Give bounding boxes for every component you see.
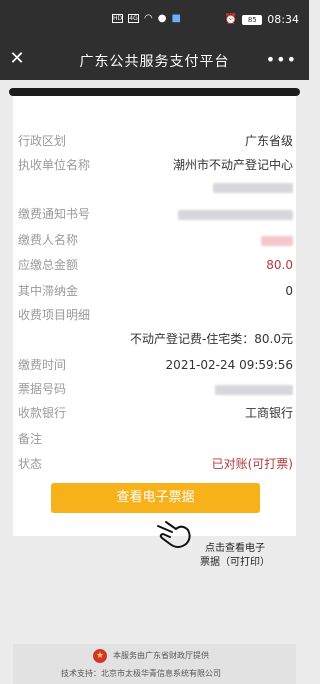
footer-provider: 本服务由广东省财政厅提供	[113, 651, 209, 660]
row-unit: 执收单位名称 潮州市不动产登记中心	[18, 156, 293, 174]
row-bill-no: 票据号码	[18, 380, 293, 398]
late-fee-value: 0	[285, 284, 293, 298]
row-bank: 收款银行 工商银行	[18, 404, 293, 422]
hint-line-2: 票据（可打印）	[200, 557, 270, 568]
bill-no-label: 票据号码	[18, 382, 67, 396]
page-title: 广东公共服务支付平台	[79, 54, 230, 70]
row-notice-no: 缴费通知书号	[18, 205, 293, 223]
item-detail: 不动产登记费-住宅类：80.0元	[129, 332, 293, 346]
row-status: 状态 已对账(可打票)	[18, 455, 293, 473]
close-icon[interactable]: ✕	[8, 50, 26, 68]
emblem-icon: ★	[93, 649, 107, 663]
payer-value	[261, 231, 293, 249]
row-items: 收费项目明细	[18, 306, 293, 324]
paid-time-label: 缴费时间	[18, 358, 67, 372]
items-label: 收费项目明细	[18, 308, 91, 322]
region-value: 广东省级	[244, 134, 293, 148]
nav-bar: ✕ 广东公共服务支付平台 •••	[0, 40, 309, 80]
hint-text: 点击查看电子 票据（可打印）	[180, 542, 290, 570]
notice-no-label: 缴费通知书号	[18, 207, 91, 221]
bill-no-value	[215, 380, 293, 398]
signal-icon: 4G	[128, 14, 139, 23]
bank-label: 收款银行	[18, 406, 67, 420]
battery-icon: 85	[242, 14, 263, 25]
remark-label: 备注	[18, 432, 43, 446]
region-label: 行政区划	[18, 134, 67, 148]
notice-no-value	[178, 205, 293, 223]
paid-time-value: 2021-02-24 09:59:56	[165, 358, 293, 372]
footer-support: 技术支持：北京市太极华青信息系统有限公司	[61, 669, 221, 678]
clock-time: 08:34	[267, 13, 299, 26]
unit-label: 执收单位名称	[18, 158, 91, 172]
alarm-icon: ⏰	[224, 14, 238, 25]
status-label: 状态	[18, 457, 43, 471]
row-payer: 缴费人名称	[18, 231, 293, 249]
bank-value: 工商银行	[244, 406, 293, 420]
wifi-icon: ◠	[144, 13, 153, 24]
message-icon: ●	[157, 13, 167, 24]
row-unit-extra	[18, 178, 293, 196]
status-value: 已对账(可打票)	[211, 457, 293, 471]
row-total: 应缴总金额 80.0	[18, 256, 293, 274]
status-bar: HD 4G ◠ ● ■ ⏰ 85 08:34	[0, 0, 309, 40]
status-icons-right: ⏰ 85 08:34	[225, 13, 299, 26]
hd-icon: HD	[112, 14, 123, 23]
total-label: 应缴总金额	[18, 258, 79, 272]
row-late-fee: 其中滞纳金 0	[18, 282, 293, 300]
app-icon: ■	[171, 13, 181, 24]
total-amount: 80.0	[266, 258, 293, 272]
unit-value: 潮州市不动产登记中心	[172, 158, 293, 172]
payer-label: 缴费人名称	[18, 233, 79, 247]
row-remark: 备注	[18, 430, 293, 448]
view-e-receipt-button[interactable]: 查看电子票据	[51, 483, 260, 513]
footer: ★ 本服务由广东省财政厅提供 技术支持：北京市太极华青信息系统有限公司	[13, 644, 296, 684]
row-region: 行政区划 广东省级	[18, 132, 293, 150]
hint-line-1: 点击查看电子	[205, 543, 265, 554]
receipt-slot	[9, 88, 300, 96]
more-icon[interactable]: •••	[266, 50, 297, 69]
row-paid-time: 缴费时间 2021-02-24 09:59:56	[18, 356, 293, 374]
late-fee-label: 其中滞纳金	[18, 284, 79, 298]
redacted-unit-code	[213, 178, 293, 196]
status-icons-left: HD 4G ◠ ● ■	[112, 13, 181, 24]
